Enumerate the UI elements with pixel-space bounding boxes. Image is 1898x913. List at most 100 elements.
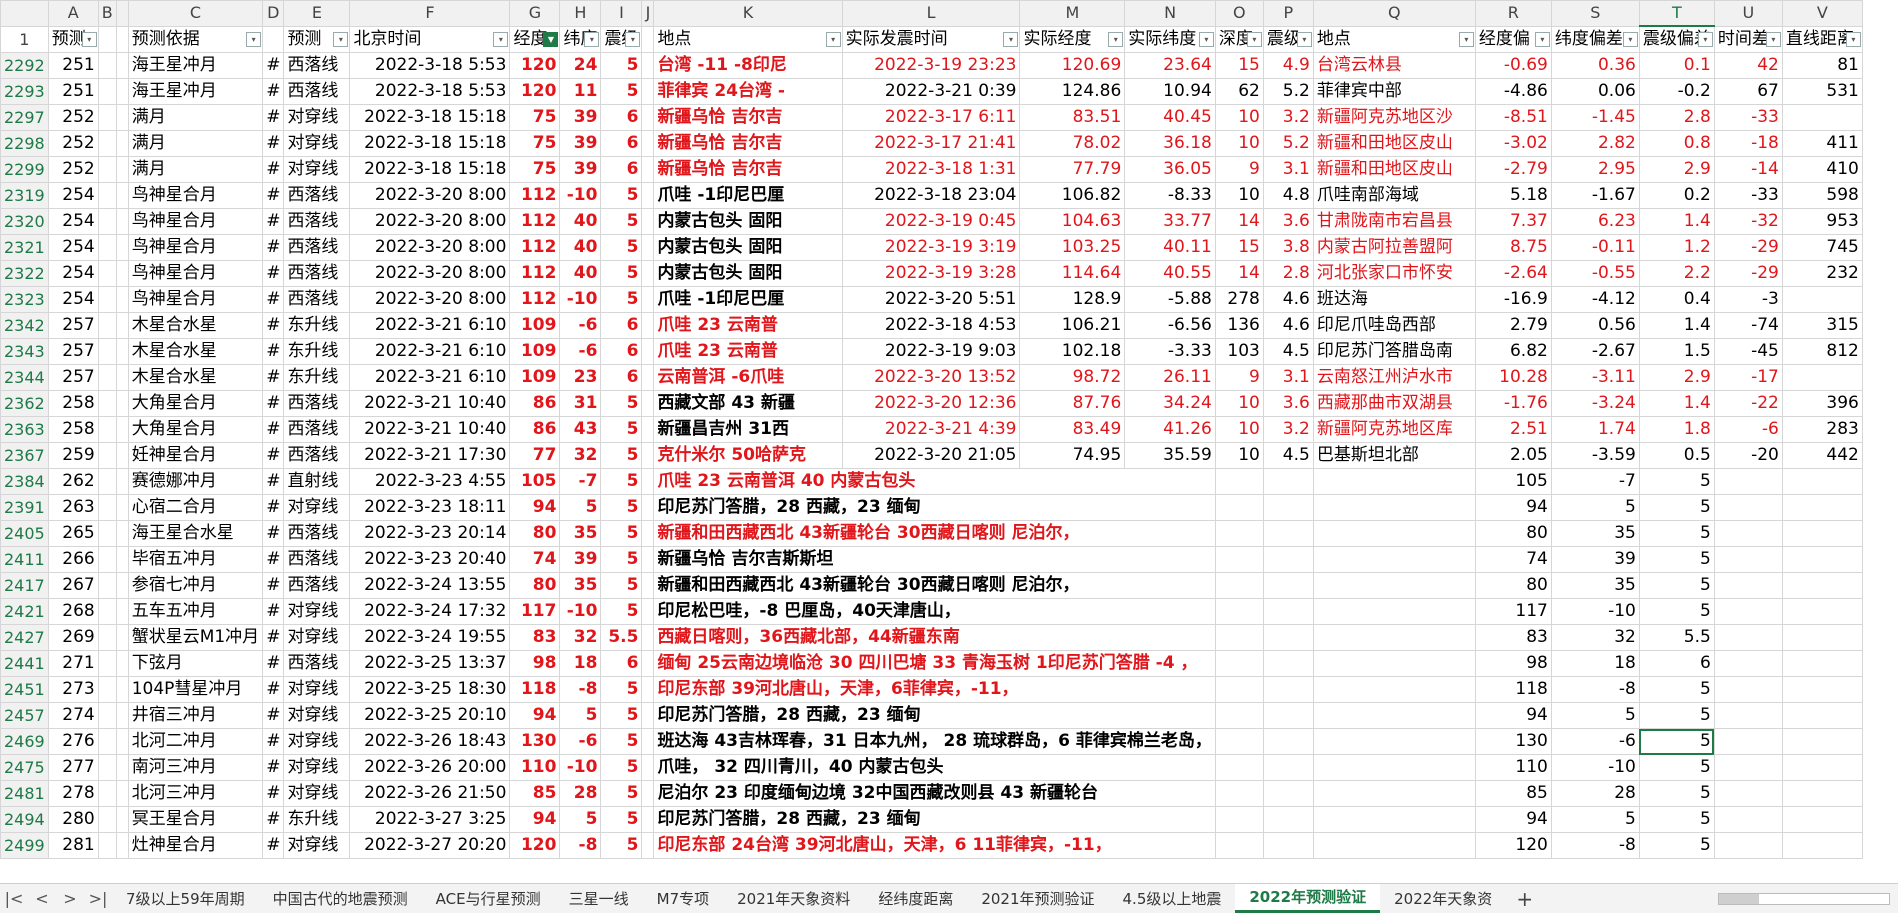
cell-basis[interactable]: 鸟神星合月: [127, 286, 264, 313]
column-header-I[interactable]: I: [600, 0, 643, 27]
cell-lon-dev[interactable]: -3.02: [1474, 130, 1552, 157]
cell-distance[interactable]: [1781, 676, 1863, 703]
cell-actual-place[interactable]: [1312, 572, 1476, 599]
cell-basis[interactable]: 木星合水星: [127, 364, 264, 391]
cell-time-diff[interactable]: -33: [1713, 182, 1783, 209]
row-number[interactable]: 2292: [0, 52, 49, 79]
cell-lon-dev[interactable]: 2.51: [1474, 416, 1552, 443]
cell-mag[interactable]: 5: [600, 208, 643, 235]
cell-actual-lat[interactable]: 41.26: [1124, 416, 1216, 443]
cell-b[interactable]: [97, 130, 117, 157]
cell-b[interactable]: [97, 676, 117, 703]
filter-dropdown-icon[interactable]: ▾: [825, 31, 841, 47]
cell-lon-dev[interactable]: -0.69: [1474, 52, 1552, 79]
cell-basis[interactable]: 北河二冲月: [127, 728, 264, 755]
cell-j[interactable]: [641, 572, 655, 599]
cell-a[interactable]: 265: [47, 520, 99, 547]
cell-actual-lat[interactable]: 34.24: [1124, 390, 1216, 417]
cell-line[interactable]: 东升线: [283, 312, 351, 339]
cell-place[interactable]: 新疆和田西藏西北 43新疆轮台 30西藏日喀则 尼泊尔，: [653, 520, 1216, 547]
filter-dropdown-icon[interactable]: ▾: [1296, 31, 1312, 47]
cell-line[interactable]: 对穿线: [283, 156, 351, 183]
cell-spacer[interactable]: [115, 130, 129, 157]
cell-time-diff[interactable]: [1713, 754, 1783, 781]
cell-lat-dev[interactable]: -3.24: [1550, 390, 1640, 417]
cell-mag[interactable]: 5: [600, 780, 643, 807]
cell-b[interactable]: [97, 338, 117, 365]
cell-bj-time[interactable]: 2022-3-18 15:18: [349, 156, 511, 183]
cell-distance[interactable]: 283: [1781, 416, 1863, 443]
cell-mag-dev[interactable]: 5: [1638, 754, 1715, 781]
cell-depth[interactable]: 14: [1214, 260, 1264, 287]
cell-lon-dev[interactable]: 83: [1474, 624, 1552, 651]
cell-lon-dev[interactable]: 80: [1474, 572, 1552, 599]
cell-depth[interactable]: 15: [1214, 52, 1264, 79]
cell-lat[interactable]: 40: [559, 208, 602, 235]
cell-actual-mag[interactable]: [1262, 780, 1314, 807]
cell-distance[interactable]: 812: [1781, 338, 1863, 365]
column-header-L[interactable]: L: [841, 0, 1021, 27]
cell-mag-dev[interactable]: 5: [1638, 832, 1715, 859]
cell-depth[interactable]: 278: [1214, 286, 1264, 313]
cell-depth[interactable]: 10: [1214, 130, 1264, 157]
cell-lon[interactable]: 86: [509, 416, 561, 443]
cell-place[interactable]: 新疆乌恰 吉尔吉: [653, 156, 843, 183]
cell-mag[interactable]: 5: [600, 78, 643, 105]
cell-d[interactable]: #: [262, 442, 285, 469]
cell-spacer[interactable]: [115, 234, 129, 261]
cell-time-diff[interactable]: [1713, 546, 1783, 573]
cell-lat-dev[interactable]: 2.82: [1550, 130, 1640, 157]
cell-mag-dev[interactable]: 5: [1638, 676, 1715, 703]
data-table[interactable]: ABCDEFGHIJKLMNOPQRSTUV 1 预测 ▾ 预测依据 ▾ 预测 ▾ 北京时间 ▾…: [0, 0, 1863, 859]
column-header-Q[interactable]: Q: [1312, 0, 1476, 27]
cell-mag-dev[interactable]: 0.8: [1638, 130, 1715, 157]
cell-lon[interactable]: 109: [509, 312, 561, 339]
cell-lat-dev[interactable]: 32: [1550, 624, 1640, 651]
cell-a[interactable]: 267: [47, 572, 99, 599]
column-header-F[interactable]: F: [349, 0, 511, 27]
cell-mag-dev[interactable]: 1.4: [1638, 312, 1715, 339]
cell-bj-time[interactable]: 2022-3-18 15:18: [349, 130, 511, 157]
cell-bj-time[interactable]: 2022-3-18 15:18: [349, 104, 511, 131]
cell-actual-place[interactable]: [1312, 494, 1476, 521]
cell-bj-time[interactable]: 2022-3-24 17:32: [349, 598, 511, 625]
cell-line[interactable]: 西落线: [283, 286, 351, 313]
cell-lon-dev[interactable]: 130: [1474, 728, 1552, 755]
cell-line[interactable]: 对穿线: [283, 130, 351, 157]
cell-d[interactable]: #: [262, 52, 285, 79]
cell-d[interactable]: #: [262, 624, 285, 651]
cell-a[interactable]: 257: [47, 364, 99, 391]
cell-j[interactable]: [641, 286, 655, 313]
cell-actual-lat[interactable]: 36.18: [1124, 130, 1216, 157]
cell-time-diff[interactable]: [1713, 676, 1783, 703]
column-header-E[interactable]: E: [283, 0, 351, 27]
cell-lat[interactable]: -6: [559, 338, 602, 365]
cell-lat[interactable]: 5: [559, 494, 602, 521]
cell-j[interactable]: [641, 208, 655, 235]
cell-basis[interactable]: 大角星合月: [127, 416, 264, 443]
cell-lat[interactable]: 24: [559, 52, 602, 79]
cell-lat-dev[interactable]: -10: [1550, 598, 1640, 625]
cell-b[interactable]: [97, 156, 117, 183]
cell-lon[interactable]: 98: [509, 650, 561, 677]
cell-mag[interactable]: 5: [600, 182, 643, 209]
cell-mag[interactable]: 5: [600, 806, 643, 833]
cell-depth[interactable]: [1214, 728, 1264, 755]
column-header-K[interactable]: K: [653, 0, 843, 27]
cell-mag-dev[interactable]: 5: [1638, 520, 1715, 547]
cell-j[interactable]: [641, 468, 655, 495]
cell-lat-dev[interactable]: -10: [1550, 754, 1640, 781]
column-header-D[interactable]: D: [262, 0, 285, 27]
select-all-corner[interactable]: [0, 0, 49, 27]
cell-bj-time[interactable]: 2022-3-27 3:25: [349, 806, 511, 833]
cell-basis[interactable]: 满月: [127, 156, 264, 183]
row-number[interactable]: 2299: [0, 156, 49, 183]
cell-lat[interactable]: 11: [559, 78, 602, 105]
cell-place[interactable]: 西藏日喀则，36西藏北部，44新疆东南: [653, 624, 1216, 651]
cell-depth[interactable]: 15: [1214, 234, 1264, 261]
cell-actual-lon[interactable]: 103.25: [1019, 234, 1126, 261]
cell-line[interactable]: 东升线: [283, 338, 351, 365]
cell-distance[interactable]: 598: [1781, 182, 1863, 209]
cell-place[interactable]: 印尼苏门答腊，28 西藏，23 缅甸: [653, 702, 1216, 729]
cell-actual-time[interactable]: 2022-3-18 4:53: [841, 312, 1021, 339]
